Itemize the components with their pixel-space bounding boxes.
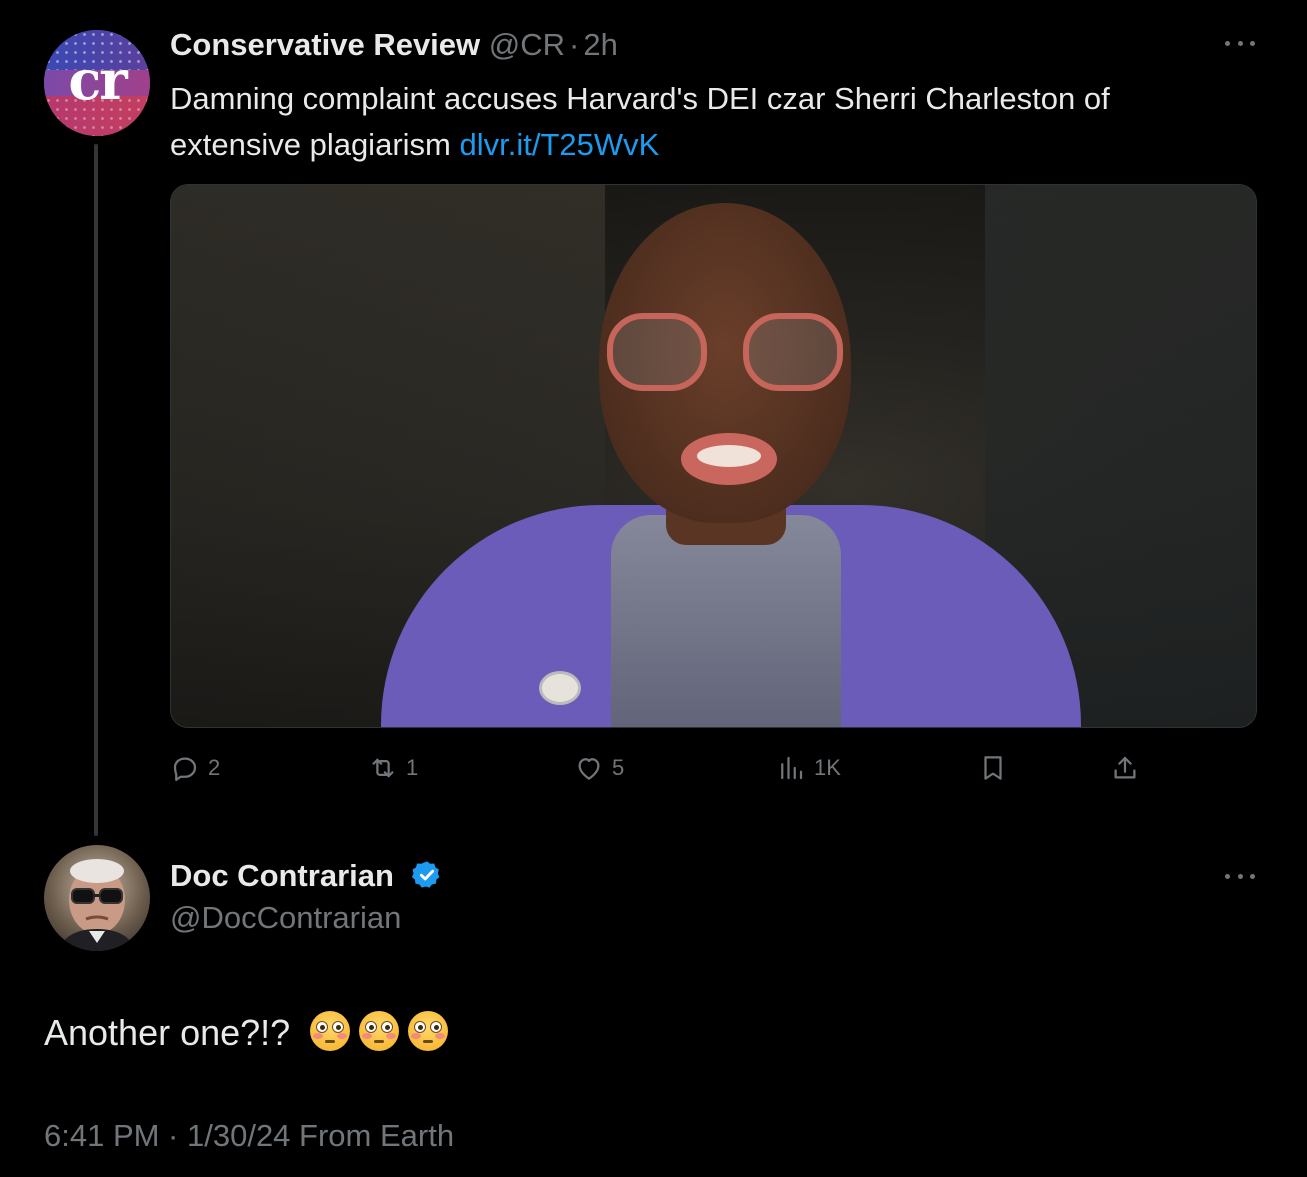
post-time[interactable]: 2h <box>583 27 617 62</box>
views-icon <box>781 756 803 780</box>
portrait-illustration <box>58 859 136 951</box>
reply-more-icon[interactable] <box>1225 874 1255 882</box>
share-button[interactable] <box>1110 748 1140 788</box>
flushed-face-emoji <box>310 1011 351 1052</box>
post-author-handle[interactable]: @CR <box>489 27 565 62</box>
like-icon <box>578 758 600 780</box>
media-lapel-pin <box>539 671 581 705</box>
post-more-icon[interactable] <box>1225 41 1255 49</box>
reply-timestamp[interactable]: 6:41 PM · 1/30/24 From Earth <box>44 1118 454 1154</box>
repost-count: 1 <box>406 755 419 780</box>
reply-body: Another one?!? <box>44 1011 449 1054</box>
like-button[interactable]: 5 <box>574 748 624 788</box>
post-separator: · <box>569 27 580 62</box>
repost-button[interactable]: 1 <box>368 748 418 788</box>
verified-badge-icon <box>411 861 439 888</box>
avatar-logo-text: cr <box>68 48 127 112</box>
media-glasses-right <box>743 313 843 391</box>
post-text: Damning complaint accuses Harvard's DEI … <box>170 76 1230 168</box>
views-button[interactable]: 1K <box>776 748 841 788</box>
media-person-mouth <box>681 433 777 485</box>
like-count: 5 <box>612 755 625 780</box>
reply-button[interactable]: 2 <box>170 748 220 788</box>
post-video-thumbnail[interactable] <box>170 184 1257 728</box>
thread-line <box>94 144 98 836</box>
share-icon <box>1114 756 1136 779</box>
reply-icon <box>173 757 197 781</box>
conservative-review-avatar[interactable]: cr <box>44 30 150 136</box>
post-header: Conservative Review @CR · 2h <box>170 27 618 63</box>
reply-author-name[interactable]: Doc Contrarian <box>170 858 394 893</box>
post-action-bar: 2 1 5 1K <box>170 748 1150 788</box>
view-count: 1K <box>814 755 841 780</box>
flushed-face-emoji <box>408 1011 449 1052</box>
reply-header: Doc Contrarian <box>170 858 443 894</box>
bookmark-button[interactable] <box>978 748 1008 788</box>
reply-count: 2 <box>208 755 221 780</box>
reply-author-handle[interactable]: @DocContrarian <box>170 900 401 936</box>
post-author-name[interactable]: Conservative Review <box>170 27 480 62</box>
reply-text: Another one?!? <box>44 1012 291 1053</box>
bookmark-icon <box>984 756 1002 780</box>
media-glasses-left <box>607 313 707 391</box>
flushed-face-emoji <box>359 1011 400 1052</box>
repost-icon <box>372 758 394 778</box>
post-link[interactable]: dlvr.it/T25WvK <box>459 127 659 162</box>
doc-contrarian-avatar[interactable] <box>44 845 150 951</box>
media-person-necklace <box>611 515 841 727</box>
